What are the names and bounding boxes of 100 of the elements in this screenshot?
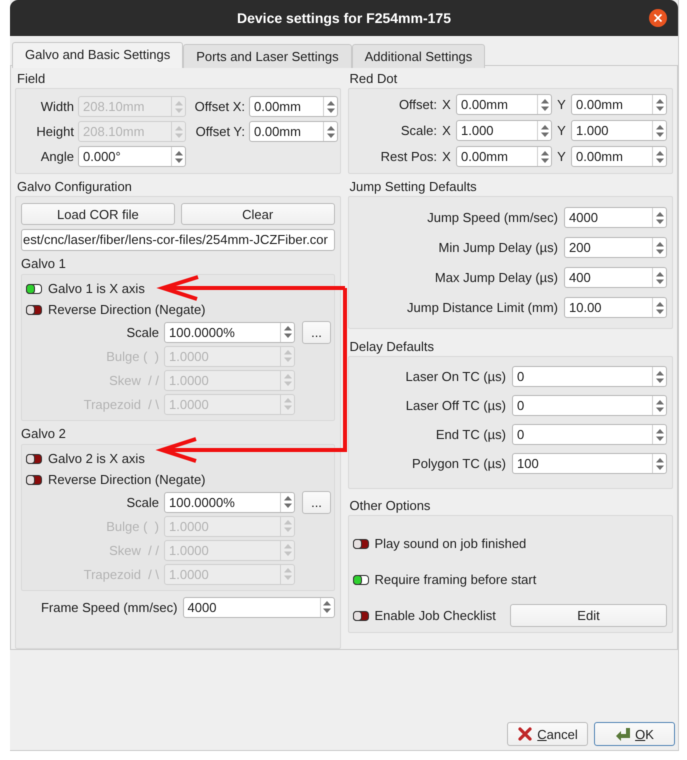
section-title: Other Options (348, 497, 432, 515)
field-label: Polygon TC (µs) (412, 456, 506, 471)
field-label: Rest Pos: (380, 149, 437, 164)
cancel-button[interactable]: Cancel (507, 722, 588, 746)
up-down-arrows-icon[interactable] (326, 100, 334, 112)
spin-box[interactable]: 1.000 (571, 120, 667, 141)
spin-box[interactable]: 0.00mm (571, 94, 667, 115)
spin-box[interactable]: 4000 (182, 596, 334, 618)
axis-label: Y (557, 149, 566, 164)
field-label: Laser Off TC (µs) (406, 398, 506, 413)
up-down-arrows-icon[interactable] (656, 150, 664, 162)
up-down-arrows-icon[interactable] (656, 212, 664, 224)
toggle-switch[interactable] (352, 610, 368, 620)
spin-box[interactable]: 0.00mm (456, 146, 552, 167)
spin-box[interactable]: 1.000 (456, 120, 552, 141)
spin-box[interactable]: 0.00mm (571, 146, 667, 167)
up-down-arrows-icon[interactable] (656, 272, 664, 284)
up-down-arrows-icon[interactable] (656, 302, 664, 314)
section-title: Red Dot (348, 70, 398, 88)
up-down-arrows-icon[interactable] (174, 150, 182, 162)
up-down-arrows-icon[interactable] (326, 126, 334, 138)
axis-label: X (442, 97, 451, 112)
x-mark-icon[interactable] (517, 726, 534, 742)
field-label: Scale (125, 324, 159, 340)
up-down-arrows-icon[interactable] (656, 428, 664, 440)
up-down-arrows-icon[interactable] (323, 601, 331, 613)
up-down-arrows-icon[interactable] (540, 98, 548, 110)
axis-label: X (442, 149, 451, 164)
tab[interactable]: Additional Settings (352, 44, 486, 68)
ok-button[interactable]: OK (594, 722, 675, 746)
axis-label: X (442, 123, 451, 138)
field-label: Offset Y: (194, 124, 245, 139)
push-button[interactable]: Clear (180, 203, 334, 225)
spin-box[interactable]: 0.000° (78, 146, 186, 167)
up-down-arrows-icon[interactable] (656, 124, 664, 136)
section-title: Jump Setting Defaults (348, 178, 478, 196)
tab[interactable]: Ports and Laser Settings (183, 44, 352, 68)
spin-box[interactable]: 100.0000% (164, 492, 295, 512)
field-label: Laser On TC (µs) (406, 369, 506, 384)
up-down-arrows-icon[interactable] (284, 496, 292, 508)
tab[interactable]: Galvo and Basic Settings (12, 42, 184, 68)
section-title: Field (16, 70, 46, 88)
section-title: Galvo Configuration (16, 178, 133, 196)
up-down-arrows-icon[interactable] (656, 242, 664, 254)
up-down-arrows-icon[interactable] (540, 150, 548, 162)
spin-box[interactable]: 0.00mm (249, 96, 338, 117)
section-title: Galvo 1 (21, 255, 67, 272)
field-label: Jump Distance Limit (mm) (407, 300, 558, 315)
toggle-switch[interactable] (26, 454, 42, 464)
toggle-switch[interactable] (26, 474, 42, 484)
edit-button[interactable]: Edit (510, 604, 667, 627)
spin-box[interactable]: 0.00mm (456, 94, 552, 115)
up-down-arrows-icon[interactable] (540, 124, 548, 136)
spin-box[interactable]: 10.00 (564, 297, 667, 318)
arrow-icon[interactable] (615, 726, 632, 742)
field-label: Scale: (400, 123, 437, 138)
toggle-switch[interactable] (26, 304, 42, 314)
spin-box[interactable]: 400 (564, 267, 667, 288)
up-down-arrows-icon[interactable] (656, 98, 664, 110)
up-down-arrows-icon[interactable] (284, 326, 292, 338)
field-label: Offset X: (194, 99, 245, 114)
field-label: Max Jump Delay (µs) (434, 270, 558, 285)
section-title: Galvo 2 (21, 425, 67, 442)
field-label: Jump Speed (mm/sec) (427, 210, 558, 225)
field-label: Scale (125, 494, 159, 510)
field-label: End TC (µs) (436, 427, 506, 442)
spin-box[interactable]: 0 (512, 424, 667, 445)
axis-label: Y (557, 97, 566, 112)
field-label: Offset: (398, 97, 437, 112)
spin-box[interactable]: 0 (512, 395, 667, 416)
window-title: Device settings for F254mm-175 (237, 10, 451, 26)
spin-box[interactable]: 100.0000% (164, 322, 295, 342)
spin-box[interactable]: 0 (512, 366, 667, 387)
spin-box[interactable]: 200 (564, 237, 667, 258)
toggle-label: Play sound on job finished (374, 536, 526, 551)
toggle-switch[interactable] (352, 538, 368, 548)
close-icon[interactable] (649, 9, 667, 27)
field-label: Frame Speed (mm/sec) (40, 600, 178, 614)
toggle-label: Galvo 2 is X axis (48, 451, 145, 466)
toggle-label: Require framing before start (374, 572, 536, 587)
spin-box[interactable]: 0.00mm (249, 121, 338, 142)
toggle-label: Reverse Direction (Negate) (48, 302, 206, 317)
toggle-switch[interactable] (26, 284, 42, 294)
push-button[interactable]: Load COR file (21, 203, 175, 225)
more-button[interactable]: ... (302, 490, 331, 514)
up-down-arrows-icon[interactable] (656, 458, 664, 470)
toggle-label: Reverse Direction (Negate) (48, 472, 206, 487)
more-button[interactable]: ... (302, 320, 331, 344)
axis-label: Y (557, 123, 566, 138)
field-label: Height (35, 124, 74, 139)
up-down-arrows-icon[interactable] (656, 400, 664, 412)
spin-box[interactable]: 4000 (564, 207, 667, 228)
input-field[interactable]: est/cnc/laser/fiber/lens-cor-files/254mm-JCZFiber.cor (21, 229, 334, 251)
field-label: Width (40, 99, 74, 114)
field-label: Min Jump Delay (µs) (438, 240, 558, 255)
up-down-arrows-icon[interactable] (656, 370, 664, 382)
spin-box[interactable]: 100 (512, 453, 667, 474)
toggle-label: Enable Job Checklist (374, 608, 496, 623)
toggle-switch[interactable] (352, 574, 368, 584)
field-label: Angle (40, 149, 74, 164)
